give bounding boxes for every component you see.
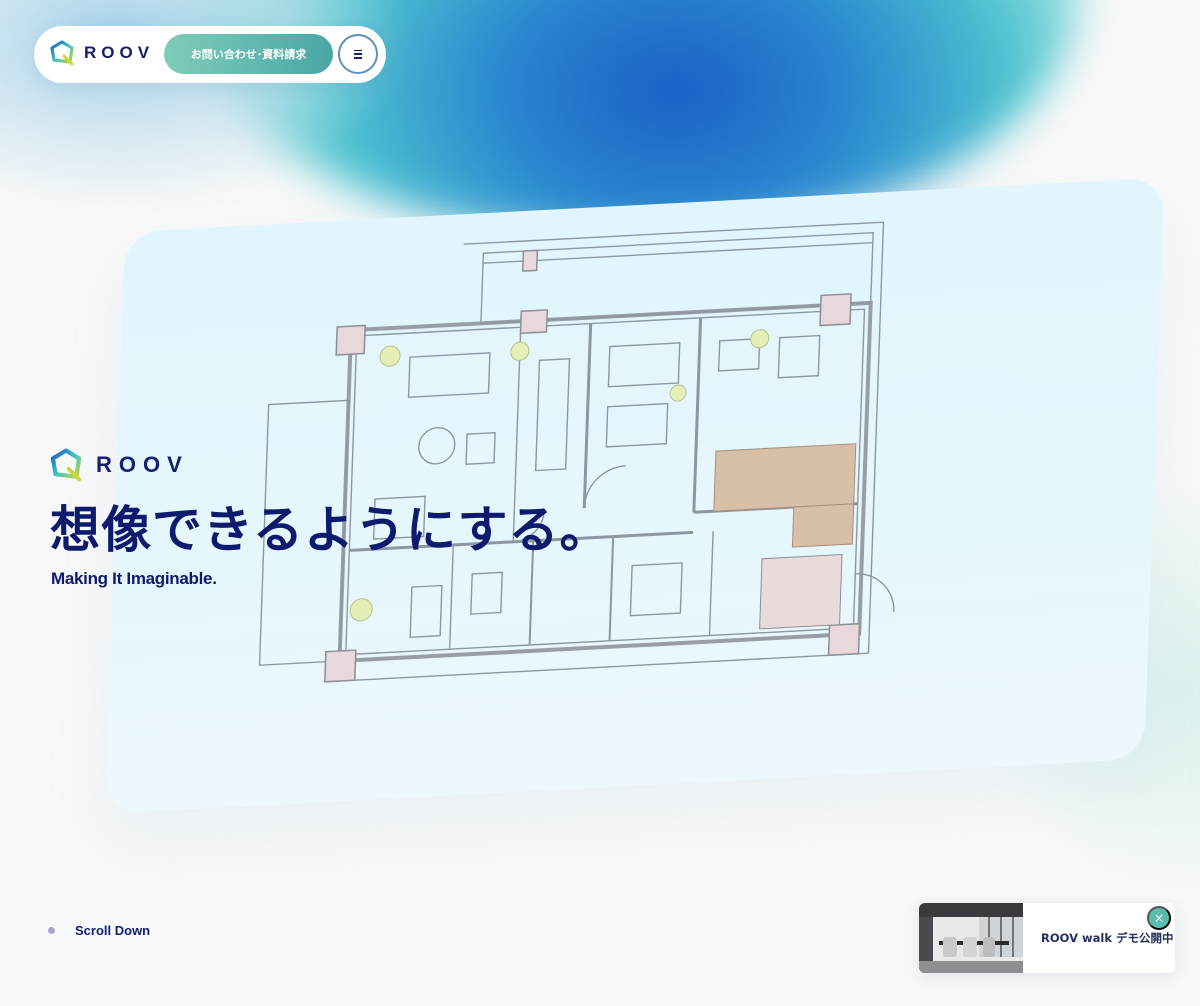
site-header: ROOV お問い合わせ･資料請求 [34,26,386,83]
hero-logo: ROOV [50,448,189,482]
hero-title: 想像できるようにする。 [50,501,611,559]
header-logo-text: ROOV [84,43,155,62]
header-logo-link[interactable]: ROOV [50,40,154,66]
roov-logo-icon [50,40,74,66]
hero-subtitle: Making It Imaginable. [51,569,217,588]
contact-button[interactable]: お問い合わせ･資料請求 [164,34,333,74]
hamburger-icon [354,49,362,59]
scroll-down-label: Scroll Down [75,923,151,938]
demo-banner-label: ROOV walk デモ公開中 [1041,931,1174,945]
roov-walk-demo-banner[interactable]: ROOV walk デモ公開中 [919,903,1175,973]
hero-logo-text: ROOV [96,452,189,477]
interior-dining-room-photo [919,903,1023,973]
menu-button[interactable] [338,34,378,74]
scroll-down-indicator[interactable]: Scroll Down [48,923,150,938]
demo-banner-close-button[interactable]: × [1147,906,1171,930]
roov-logo-icon [50,448,82,482]
scroll-dot-icon [48,927,55,934]
